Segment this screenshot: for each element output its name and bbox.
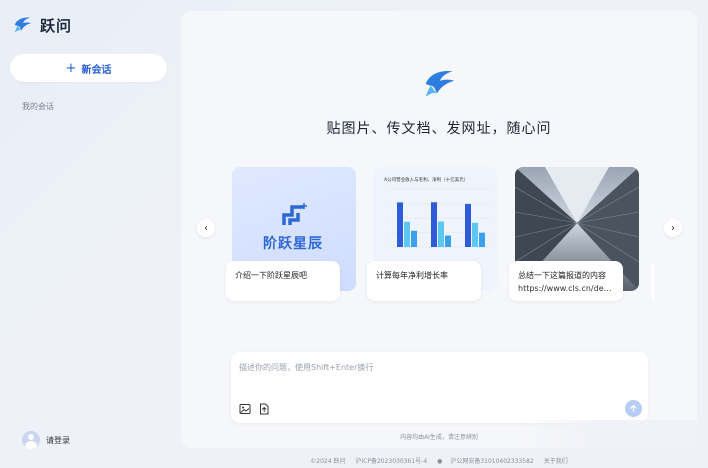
hero-title: 贴图片、传文档、发网址，随心问 (326, 121, 552, 137)
chart-bar (404, 221, 410, 247)
main-panel: 贴图片、传文档、发网址，随心问 ‹ › 阶跃星辰 介绍一下阶跃星辰吧 A公司营业… (181, 11, 697, 448)
next-card-edge (652, 263, 654, 301)
chart-bar (472, 222, 478, 247)
police-badge-icon: ● (437, 458, 443, 465)
footer-about-link[interactable]: 关于我们 (544, 458, 568, 465)
chart-bar (397, 202, 403, 247)
footer-icp-link[interactable]: 沪ICP备2023030361号-4 (355, 458, 427, 465)
login-label: 请登录 (46, 435, 70, 445)
chart-bar (438, 221, 444, 247)
chart-title: A公司营业收入与毛利、净利（十亿美元） (384, 178, 469, 183)
chart-bar (479, 232, 485, 247)
chart-bar (445, 235, 451, 247)
brand-name: 跃问 (40, 16, 73, 35)
dolphin-logo-icon (425, 71, 455, 97)
chat-input-box (231, 352, 648, 423)
chart-bar (431, 202, 437, 247)
new-chat-label: 新会话 (81, 64, 112, 76)
brand[interactable]: 跃问 (12, 14, 72, 36)
login-button[interactable]: 请登录 (22, 431, 70, 449)
image-upload-icon[interactable] (239, 403, 251, 415)
stepfun-logo-icon (282, 203, 307, 225)
send-button[interactable] (625, 400, 642, 417)
chevron-right-icon: › (671, 222, 675, 234)
sidebar: 跃问 + 新会话 我的会话 请登录 (0, 0, 176, 468)
card-image-text: 阶跃星辰 (263, 236, 323, 252)
suggestion-card-growth[interactable]: A公司营业收入与毛利、净利（十亿美元） 计算每年净利增长率 (367, 167, 497, 302)
plus-icon: + (65, 60, 77, 76)
card-caption-url: https://www.cls.cn/det... (518, 284, 614, 293)
ai-disclaimer: 内容均由AI生成，请注意辨别 (400, 434, 478, 441)
carousel-prev-button[interactable]: ‹ (197, 219, 215, 237)
chart-bar (411, 230, 417, 247)
avatar (22, 431, 40, 449)
card-caption: 总结一下这篇报道的内容 https://www.cls.cn/det... (509, 261, 623, 301)
chevron-left-icon: ‹ (204, 222, 208, 234)
question-input[interactable] (239, 362, 619, 388)
arrow-up-icon (630, 404, 637, 412)
my-chats-heading: 我的会话 (22, 102, 54, 111)
suggestion-card-article[interactable]: 总结一下这篇报道的内容 https://www.cls.cn/det... (509, 167, 639, 302)
footer-police-link[interactable]: 沪公网安备31010402333582 (450, 458, 533, 465)
card-caption-text: 总结一下这篇报道的内容 (518, 271, 606, 280)
dolphin-logo-icon (14, 17, 32, 33)
card-caption: 介绍一下阶跃星辰吧 (226, 261, 340, 301)
card-caption: 计算每年净利增长率 (367, 261, 481, 301)
bar-chart (389, 188, 491, 248)
footer-copyright: ©2024 跃问 (310, 458, 346, 465)
chart-bar (465, 203, 471, 247)
carousel-next-button[interactable]: › (664, 219, 682, 237)
file-upload-icon[interactable] (258, 403, 270, 415)
new-chat-button[interactable]: + 新会话 (10, 54, 167, 82)
footer: ©2024 跃问 沪ICP备2023030361号-4 ● 沪公网安备310104… (181, 456, 697, 465)
suggestion-card-intro[interactable]: 阶跃星辰 介绍一下阶跃星辰吧 (226, 167, 356, 302)
